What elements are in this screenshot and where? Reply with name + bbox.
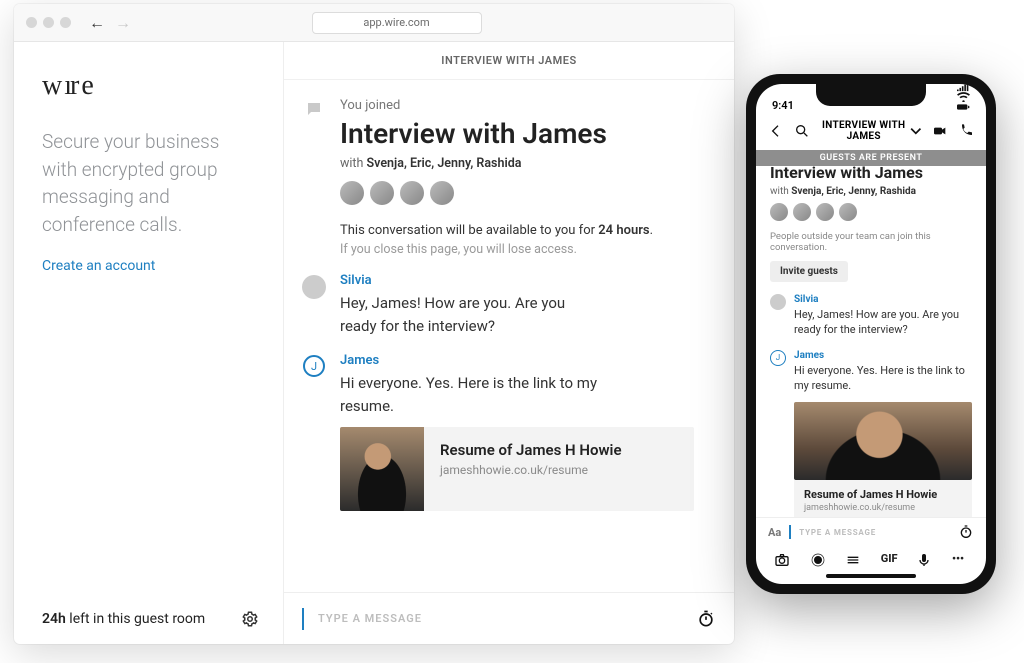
avatar[interactable] xyxy=(302,275,326,299)
window-controls[interactable] xyxy=(26,17,71,28)
phone-guest-note: People outside your team can join this c… xyxy=(770,231,972,253)
message-text: Hey, James! How are you. Are you ready f… xyxy=(794,307,972,338)
link-preview-thumb[interactable] xyxy=(794,402,972,480)
avatar[interactable] xyxy=(793,203,811,221)
text-format-icon[interactable]: Aa xyxy=(768,526,781,539)
ping-icon[interactable] xyxy=(845,552,861,568)
timed-message-icon[interactable] xyxy=(958,524,974,540)
sidebar: wıre Secure your business with encrypted… xyxy=(14,42,284,644)
gear-icon[interactable] xyxy=(241,610,259,628)
phone-avatars xyxy=(770,203,972,221)
conversation-name: Interview with James xyxy=(340,117,694,150)
create-account-link[interactable]: Create an account xyxy=(42,258,259,274)
avatar[interactable]: J xyxy=(303,355,325,377)
wifi-icon xyxy=(957,92,970,102)
compose-placeholder[interactable]: TYPE A MESSAGE xyxy=(318,612,682,625)
phone-screen: 9:41 INTERVIEW WITH JAMES GUESTS ARE PRE… xyxy=(756,84,986,584)
availability-note: This conversation will be available to y… xyxy=(340,223,694,238)
phone-compose-bar[interactable]: Aa TYPE A MESSAGE xyxy=(756,517,986,546)
more-icon[interactable]: ••• xyxy=(952,552,968,568)
cursor-bar xyxy=(789,525,791,539)
url-bar[interactable]: app.wire.com xyxy=(312,12,482,34)
minimize-dot[interactable] xyxy=(43,17,54,28)
message-row: Silvia Hey, James! How are you. Are you … xyxy=(770,294,972,338)
status-time: 9:41 xyxy=(772,99,794,112)
conversation-body: You joined Interview with James with Sve… xyxy=(284,80,734,592)
message-text: Hi everyone. Yes. Here is the link to my… xyxy=(794,363,972,394)
back-arrow-icon[interactable]: ← xyxy=(89,13,105,33)
microphone-icon[interactable] xyxy=(916,552,932,568)
message-row: J James Hi everyone. Yes. Here is the li… xyxy=(302,353,694,511)
browser-chrome: ← → app.wire.com xyxy=(14,4,734,42)
gif-icon[interactable]: GIF xyxy=(881,552,897,568)
compose-bar[interactable]: TYPE A MESSAGE xyxy=(284,592,734,644)
link-preview-url: jameshhowie.co.uk/resume xyxy=(440,463,622,477)
close-warning: If you close this page, you will lose ac… xyxy=(340,242,694,257)
conversation-panel: INTERVIEW WITH JAMES You joined Intervie… xyxy=(284,42,734,644)
link-preview-thumb xyxy=(340,427,424,511)
timed-message-icon[interactable] xyxy=(696,609,716,629)
sender-name[interactable]: Silvia xyxy=(794,294,972,305)
compose-placeholder[interactable]: TYPE A MESSAGE xyxy=(799,528,950,537)
phone-conversation-body: Interview with James with Svenja, Eric, … xyxy=(756,166,986,517)
sender-name[interactable]: Silvia xyxy=(340,273,694,288)
signal-icon xyxy=(957,84,970,92)
message-text: Hey, James! How are you. Are you ready f… xyxy=(340,292,600,337)
phone-title[interactable]: INTERVIEW WITH JAMES xyxy=(820,120,922,142)
phone-notch xyxy=(816,84,926,106)
avatar[interactable] xyxy=(400,181,424,205)
joined-label: You joined xyxy=(340,98,694,113)
speech-bubble-icon xyxy=(305,100,323,118)
avatar[interactable]: J xyxy=(770,350,786,366)
conversation-title-bar: INTERVIEW WITH JAMES xyxy=(284,42,734,80)
search-icon[interactable] xyxy=(794,123,810,139)
guest-banner: GUESTS ARE PRESENT xyxy=(756,150,986,166)
avatar[interactable] xyxy=(770,294,786,310)
back-arrow-icon[interactable] xyxy=(768,123,784,139)
browser-window: ← → app.wire.com wıre Secure your busine… xyxy=(14,4,734,644)
phone-toolbar: GIF ••• xyxy=(756,546,986,570)
sender-name[interactable]: James xyxy=(340,353,694,368)
chevron-down-icon[interactable] xyxy=(910,123,922,139)
avatar[interactable] xyxy=(370,181,394,205)
link-preview-title: Resume of James H Howie xyxy=(804,488,962,501)
sketch-icon[interactable] xyxy=(810,552,826,568)
app-frame: wıre Secure your business with encrypted… xyxy=(14,42,734,644)
avatar[interactable] xyxy=(839,203,857,221)
link-preview-url: jameshhowie.co.uk/resume xyxy=(804,503,962,513)
video-call-icon[interactable] xyxy=(932,123,948,139)
link-preview-card[interactable]: Resume of James H Howie jameshhowie.co.u… xyxy=(340,427,694,511)
avatar[interactable] xyxy=(816,203,834,221)
avatar[interactable] xyxy=(770,203,788,221)
phone-header: INTERVIEW WITH JAMES xyxy=(756,114,986,150)
guest-time-remaining: 24h left in this guest room xyxy=(42,611,205,627)
participants-line: with Svenja, Eric, Jenny, Rashida xyxy=(340,156,694,171)
sender-name[interactable]: James xyxy=(794,350,972,361)
voice-call-icon[interactable] xyxy=(958,123,974,139)
joined-block: You joined Interview with James with Sve… xyxy=(302,98,694,257)
camera-icon[interactable] xyxy=(774,552,790,568)
tagline: Secure your business with encrypted grou… xyxy=(42,128,259,238)
phone-conv-name: Interview with James xyxy=(770,166,972,182)
link-preview-card[interactable]: Resume of James H Howie jameshhowie.co.u… xyxy=(794,480,972,517)
participant-avatars xyxy=(340,181,694,205)
message-row: Silvia Hey, James! How are you. Are you … xyxy=(302,273,694,337)
forward-arrow-icon[interactable]: → xyxy=(115,13,131,33)
home-indicator[interactable] xyxy=(826,574,916,578)
phone-frame: 9:41 INTERVIEW WITH JAMES GUESTS ARE PRE… xyxy=(746,74,996,594)
zoom-dot[interactable] xyxy=(60,17,71,28)
battery-icon xyxy=(957,102,970,112)
close-dot[interactable] xyxy=(26,17,37,28)
phone-participants: with Svenja, Eric, Jenny, Rashida xyxy=(770,186,972,197)
status-icons xyxy=(957,84,970,112)
link-preview-title: Resume of James H Howie xyxy=(440,441,622,459)
cursor-bar xyxy=(302,608,304,630)
wire-logo: wıre xyxy=(42,70,259,102)
avatar[interactable] xyxy=(430,181,454,205)
invite-guests-button[interactable]: Invite guests xyxy=(770,261,848,282)
avatar[interactable] xyxy=(340,181,364,205)
message-row: J James Hi everyone. Yes. Here is the li… xyxy=(770,350,972,517)
message-text: Hi everyone. Yes. Here is the link to my… xyxy=(340,372,600,417)
